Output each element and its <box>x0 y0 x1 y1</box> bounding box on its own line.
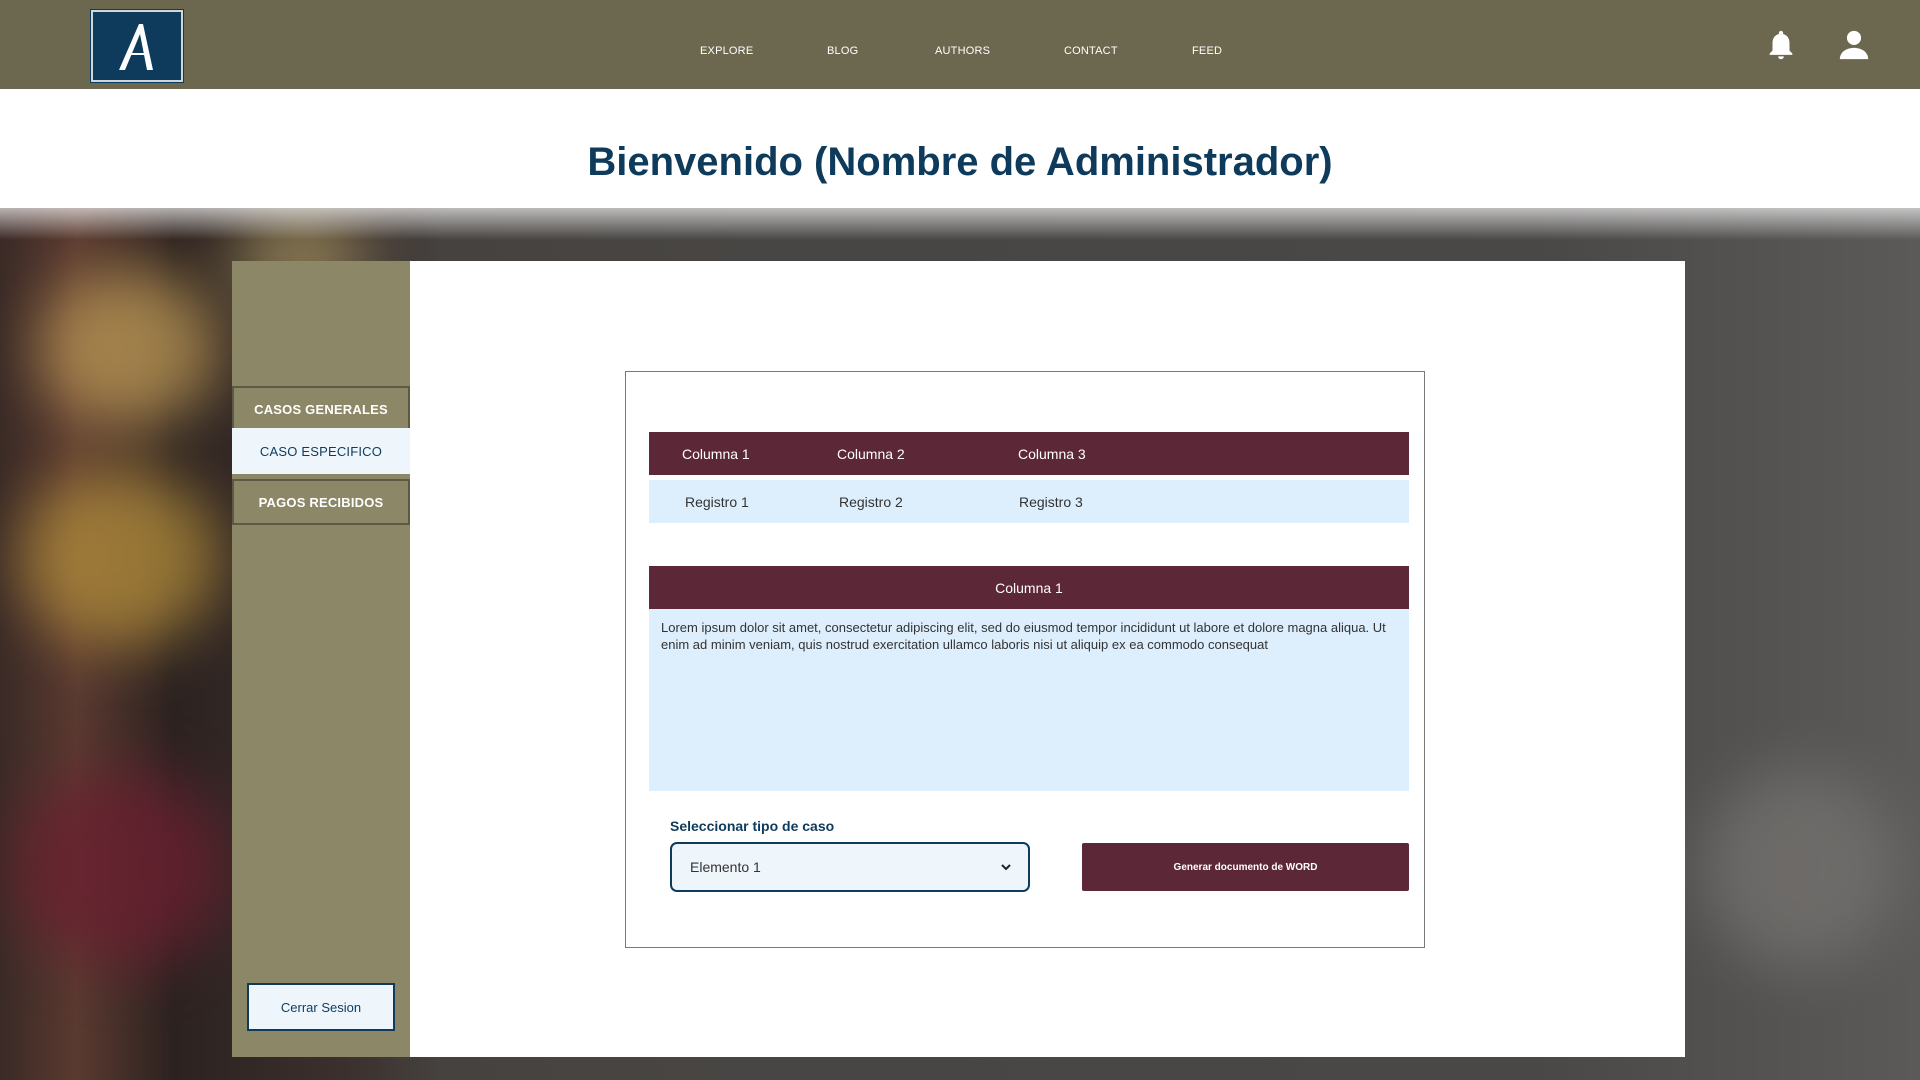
welcome-title: Bienvenido (Nombre de Administrador) <box>587 140 1333 184</box>
case-panel: Columna 1 Columna 2 Columna 3 Registro 1… <box>625 371 1425 948</box>
table-header: Columna 1 Columna 2 Columna 3 <box>649 432 1409 475</box>
top-navbar: EXPLORE BLOG AUTHORS CONTACT FEED <box>0 0 1920 89</box>
bell-icon[interactable] <box>1764 28 1798 62</box>
main-nav: EXPLORE BLOG AUTHORS CONTACT FEED <box>0 0 1920 89</box>
background-fade <box>0 190 1920 240</box>
case-type-label: Seleccionar tipo de caso <box>670 818 835 834</box>
sidebar-item-pagos-recibidos[interactable]: PAGOS RECIBIDOS <box>232 479 410 525</box>
sidebar-item-casos-generales[interactable]: CASOS GENERALES <box>232 386 410 432</box>
table-cell: Registro 1 <box>685 493 749 510</box>
sidebar: CASOS GENERALES CASO ESPECIFICO PAGOS RE… <box>232 261 410 1057</box>
nav-authors[interactable]: AUTHORS <box>935 45 990 57</box>
description-header-label: Columna 1 <box>995 579 1063 596</box>
table-header-cell: Columna 2 <box>837 445 905 462</box>
sidebar-item-caso-especifico[interactable]: CASO ESPECIFICO <box>232 428 410 474</box>
nav-blog[interactable]: BLOG <box>827 45 858 57</box>
table-cell: Registro 2 <box>839 493 903 510</box>
nav-explore[interactable]: EXPLORE <box>700 45 753 57</box>
chevron-down-icon <box>1001 864 1011 871</box>
description-header: Columna 1 <box>649 566 1409 609</box>
user-icon[interactable] <box>1837 28 1871 62</box>
logout-button[interactable]: Cerrar Sesion <box>247 983 395 1031</box>
nav-feed[interactable]: FEED <box>1192 45 1222 57</box>
case-type-select[interactable]: Elemento 1 <box>670 842 1030 892</box>
main-card: CASOS GENERALES CASO ESPECIFICO PAGOS RE… <box>232 261 1685 1057</box>
generate-word-button[interactable]: Generar documento de WORD <box>1082 843 1409 891</box>
description-text: Lorem ipsum dolor sit amet, consectetur … <box>649 609 1409 791</box>
table-header-cell: Columna 1 <box>682 445 750 462</box>
nav-contact[interactable]: CONTACT <box>1064 45 1118 57</box>
table-header-cell: Columna 3 <box>1018 445 1086 462</box>
table-row[interactable]: Registro 1 Registro 2 Registro 3 <box>649 480 1409 523</box>
table-cell: Registro 3 <box>1019 493 1083 510</box>
case-type-select-value: Elemento 1 <box>690 859 761 875</box>
